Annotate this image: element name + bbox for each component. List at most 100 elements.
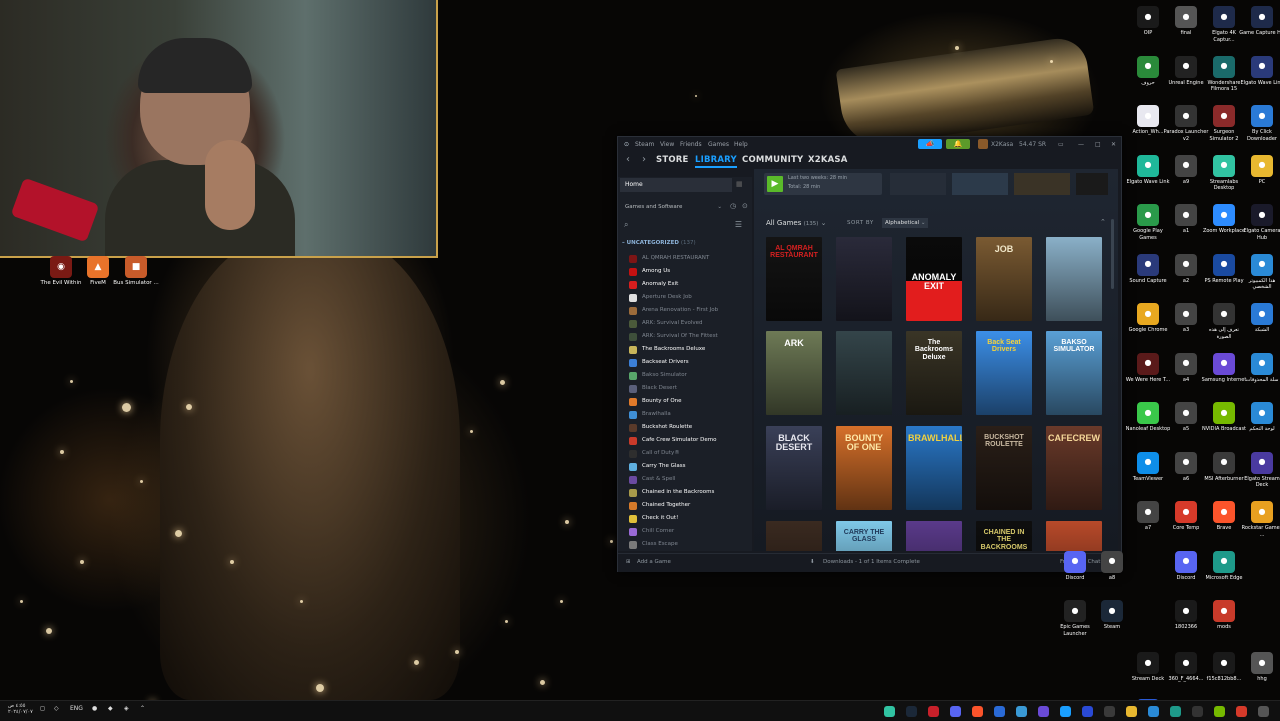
desktop-icon[interactable]: ● Elgato Camera Hub [1239, 204, 1280, 241]
menu-games[interactable]: Games [708, 141, 729, 148]
recent-thumb[interactable] [952, 173, 1008, 195]
sidebar-game-item[interactable]: Cafe Crew Simulator Demo [626, 434, 750, 447]
desktop-icon[interactable]: ● mods [1201, 600, 1247, 631]
desktop-icon[interactable]: ● Rockstar Games ... [1239, 501, 1280, 538]
sidebar-game-item[interactable]: Black Desert [626, 382, 750, 395]
taskbar-app-icon[interactable] [906, 706, 917, 717]
game-cover[interactable]: BUCKSHOT ROULETTE [976, 426, 1032, 510]
game-cover[interactable]: BOUNTY OF ONE [836, 426, 892, 510]
sidebar-game-item[interactable]: Anomaly Exit [626, 278, 750, 291]
taskbar-app-icon[interactable] [1214, 706, 1225, 717]
desktop-icon[interactable]: ● a8 [1089, 550, 1135, 582]
recent-thumb[interactable] [890, 173, 946, 195]
play-icon[interactable]: ▶ [767, 176, 783, 192]
taskbar-app-icon[interactable] [1170, 706, 1181, 717]
sidebar-game-item[interactable]: Cast & Spell [626, 473, 750, 486]
downloads-icon[interactable]: ⬇ [810, 559, 815, 565]
play-filter-icon[interactable]: ⊙ [742, 202, 748, 210]
add-game-icon[interactable]: ⊞ [626, 559, 631, 565]
collapse-shelf-icon[interactable]: ⌃ [1100, 218, 1106, 226]
menu-steam[interactable]: Steam [635, 141, 654, 148]
clock[interactable]: ٤:٥٥ ص ٢٠٢٤/٠٧/٠٧ [8, 703, 33, 715]
forward-arrow-icon[interactable]: › [642, 154, 646, 165]
game-cover[interactable] [1046, 237, 1102, 321]
game-cover[interactable]: JOB [976, 237, 1032, 321]
sidebar-game-item[interactable]: Carry The Glass [626, 460, 750, 473]
close-icon[interactable]: ✕ [1111, 141, 1116, 148]
taskbar-app-icon[interactable] [972, 706, 983, 717]
game-cover[interactable]: BRAWLHALLA [906, 426, 962, 510]
game-cover[interactable]: ARK [766, 331, 822, 415]
desktop-icon-bus-simulator[interactable]: ■ Bus Simulator ... [110, 256, 162, 287]
nav-username[interactable]: X2KASA [808, 155, 848, 165]
nav-community[interactable]: COMMUNITY [742, 155, 803, 165]
desktop-icon[interactable]: ● Elgato Stream Deck [1239, 451, 1280, 489]
desktop-icon[interactable]: ● الشبكة [1239, 303, 1280, 334]
mic-icon[interactable]: ● [92, 705, 97, 712]
broadcast-button[interactable]: 📣 [918, 139, 942, 149]
sidebar-game-item[interactable]: Chained Together [626, 499, 750, 512]
nav-store[interactable]: STORE [656, 155, 689, 165]
minimize-icon[interactable]: — [1078, 141, 1084, 148]
game-cover[interactable] [836, 237, 892, 321]
sidebar-game-item[interactable]: Brawlhalla [626, 408, 750, 421]
taskbar-app-icon[interactable] [994, 706, 1005, 717]
desktop-icon[interactable]: ● Game Capture HD [1239, 6, 1280, 37]
sidebar-game-item[interactable]: Class Escape [626, 538, 750, 551]
filter-settings-icon[interactable]: ☰ [735, 220, 742, 229]
taskbar-app-icon[interactable] [1148, 706, 1159, 717]
desktop-icon[interactable]: ● سلة المحذوفات [1239, 352, 1280, 384]
sidebar-game-item[interactable]: Among Us [626, 265, 750, 278]
sidebar-game-item[interactable]: ARK: Survival Of The Fittest [626, 330, 750, 343]
taskbar-app-icon[interactable] [1258, 706, 1269, 717]
window-mode-icon[interactable]: ▭ [1058, 141, 1064, 148]
sort-select[interactable]: Alphabetical ⌄ [882, 218, 928, 228]
wifi-icon[interactable]: ◇ [54, 705, 59, 712]
tray-icon[interactable]: ◆ [108, 705, 113, 712]
game-cover[interactable]: CAFECREW [1046, 426, 1102, 510]
recent-thumb[interactable] [1076, 173, 1108, 195]
taskbar-app-icon[interactable] [884, 706, 895, 717]
taskbar-app-icon[interactable] [1104, 706, 1115, 717]
sidebar-game-item[interactable]: AL QMRAH RESTAURANT [626, 252, 750, 265]
taskbar-app-icon[interactable] [1060, 706, 1071, 717]
taskbar-app-icon[interactable] [1082, 706, 1093, 717]
taskbar-app-icon[interactable] [928, 706, 939, 717]
menu-view[interactable]: View [660, 141, 674, 148]
desktop-icon[interactable]: ● By Click Downloader [1239, 105, 1280, 142]
sidebar-game-item[interactable]: Chill Corner [626, 525, 750, 538]
game-cover[interactable]: The Backrooms Deluxe [906, 331, 962, 415]
sidebar-game-item[interactable]: Chained in the Backrooms [626, 486, 750, 499]
menu-help[interactable]: Help [734, 141, 748, 148]
tray-expand-icon[interactable]: ⌃ [140, 705, 145, 712]
sidebar-game-item[interactable]: Call of Duty® [626, 447, 750, 460]
category-header[interactable]: – UNCATEGORIZED (137) [622, 240, 696, 246]
taskbar-app-icon[interactable] [1236, 706, 1247, 717]
back-arrow-icon[interactable]: ‹ [626, 154, 630, 165]
games-filter-dropdown[interactable]: Games and Software ⌄ [620, 201, 724, 213]
avatar[interactable] [978, 139, 988, 149]
sidebar-game-item[interactable]: Buckshot Roulette [626, 421, 750, 434]
recent-game-card[interactable]: ▶ Last two weeks: 28 min Total: 28 min [764, 173, 882, 195]
scrollbar[interactable] [1111, 219, 1114, 289]
desktop-icon[interactable]: ● Steam [1089, 600, 1135, 631]
game-cover[interactable]: Back Seat Drivers [976, 331, 1032, 415]
nav-library[interactable]: LIBRARY [695, 155, 737, 168]
downloads-status[interactable]: Downloads - 1 of 1 Items Complete [823, 559, 920, 565]
sidebar-home[interactable]: Home [620, 178, 732, 192]
sidebar-game-item[interactable]: Backseat Drivers [626, 356, 750, 369]
desktop-icon[interactable]: ● PC [1239, 154, 1280, 186]
language-indicator[interactable]: ENG [70, 705, 83, 712]
tray-icon[interactable]: ◈ [124, 705, 129, 712]
notifications-bell-icon[interactable]: 🔔 [946, 139, 970, 149]
taskbar-app-icon[interactable] [950, 706, 961, 717]
account-name[interactable]: X2Kasa [991, 141, 1013, 148]
recent-thumb[interactable] [1014, 173, 1070, 195]
game-cover[interactable] [1046, 521, 1102, 551]
taskbar-app-icon[interactable] [1038, 706, 1049, 717]
sidebar-game-item[interactable]: Bounty of One [626, 395, 750, 408]
sidebar-game-item[interactable]: Bakso Simulator [626, 369, 750, 382]
desktop-icon[interactable]: ● hhg [1239, 652, 1280, 683]
sidebar-game-item[interactable]: ARK: Survival Evolved [626, 317, 750, 330]
desktop-icon[interactable]: ● Elgato Wave Link [1239, 55, 1280, 87]
